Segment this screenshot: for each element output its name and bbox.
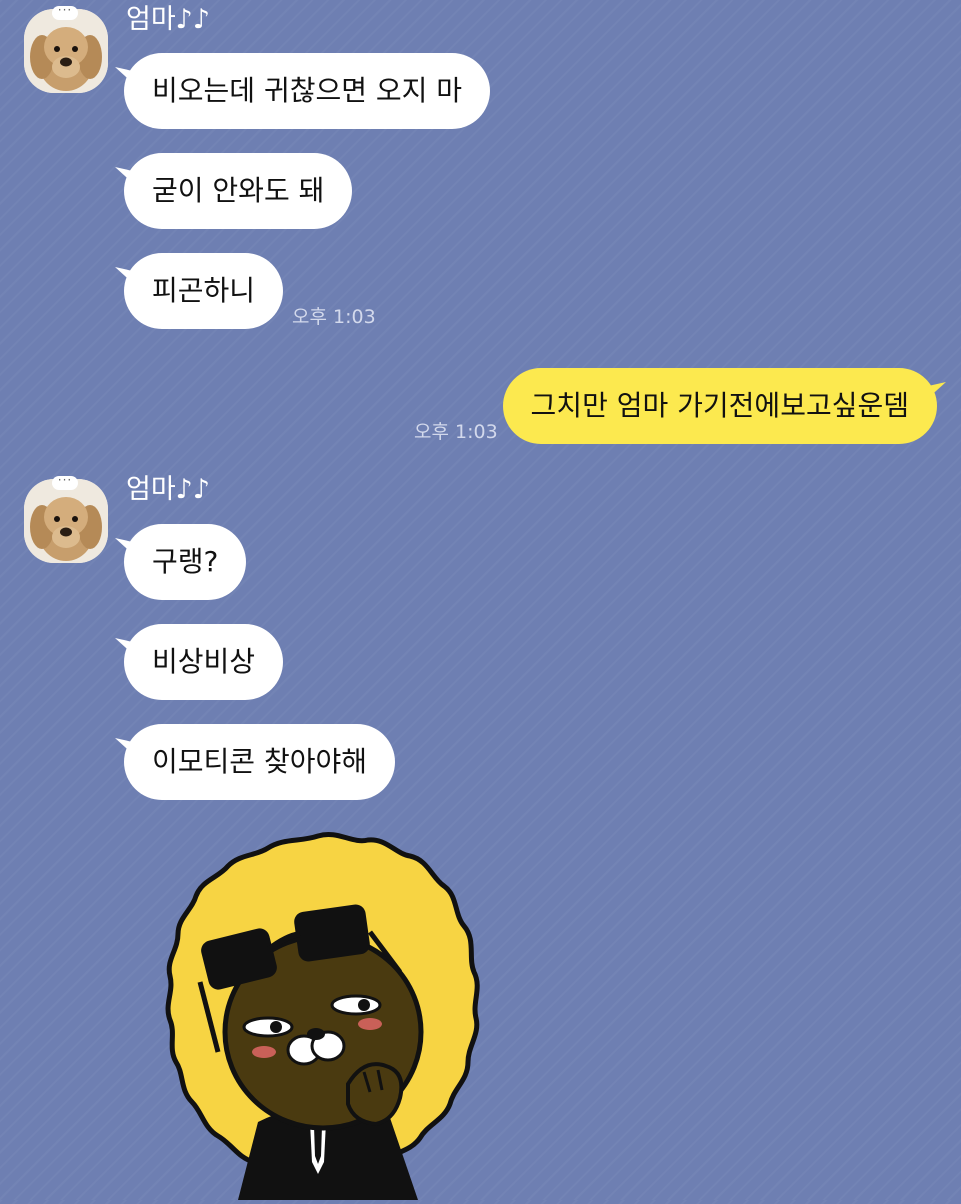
lion-sunglasses-icon	[165, 832, 480, 1200]
avatar-status-dots: ···	[52, 4, 78, 20]
avatar-status-dots: ···	[52, 474, 78, 490]
outgoing-message[interactable]: 그치만 엄마 가기전에보고싶운뎀	[502, 368, 937, 444]
chat-room[interactable]: ··· 엄마♪♪ 비오는데 귀찮으면 오지 마 굳이 안와도 돼 피곤하니 오후…	[0, 0, 961, 1200]
message-timestamp: 오후 1:03	[292, 306, 376, 328]
sender-name: 엄마♪♪	[126, 4, 211, 35]
incoming-message[interactable]: 비상비상	[124, 624, 284, 700]
message-timestamp: 오후 1:03	[414, 421, 498, 443]
incoming-message[interactable]: 이모티콘 찾아야해	[124, 724, 395, 800]
sender-name: 엄마♪♪	[126, 474, 211, 505]
incoming-message[interactable]: 피곤하니	[124, 253, 284, 329]
dog-plush-icon	[24, 479, 108, 563]
incoming-message[interactable]: 구랭?	[124, 524, 247, 600]
incoming-message[interactable]: 굳이 안와도 돼	[124, 153, 353, 229]
sender-avatar[interactable]	[24, 9, 108, 93]
sender-avatar[interactable]	[24, 479, 108, 563]
dog-plush-icon	[24, 9, 108, 93]
incoming-message[interactable]: 비오는데 귀찮으면 오지 마	[124, 53, 491, 129]
lion-sticker[interactable]	[138, 822, 498, 1200]
